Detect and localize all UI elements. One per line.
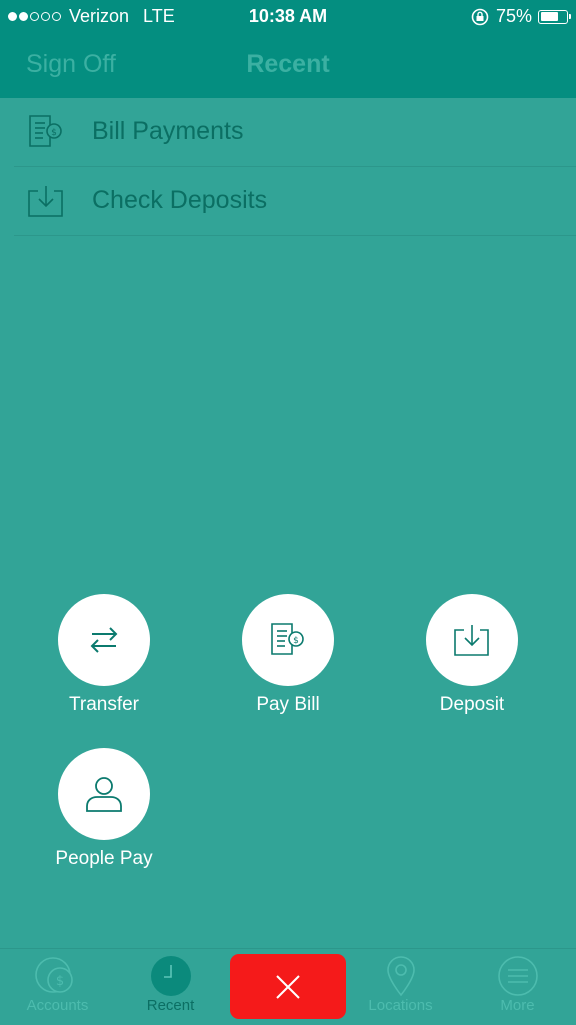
svg-text:$: $ [293,636,299,646]
rotation-lock-icon [471,8,489,25]
accounts-coin-icon: $ [34,957,73,993]
tab-label: Locations [368,997,433,1014]
transfer-button[interactable] [58,594,150,686]
battery-percent: 75% [495,6,532,26]
svg-text:$: $ [55,974,63,989]
menu-lines-icon [497,956,538,996]
battery-icon [538,9,571,24]
deposit-action[interactable]: Deposit [382,594,562,716]
status-right: 75% [470,6,571,27]
bill-icon: $ [29,115,62,147]
svg-text:$: $ [51,128,57,138]
clock-icon [150,956,191,996]
close-button[interactable] [230,954,346,1019]
pay-bill-action[interactable]: $ Pay Bill [198,594,378,716]
transfer-arrows-icon [90,627,118,653]
action-label: People Pay [55,848,153,869]
recent-menu-list: $ Bill Payments Check Deposits [0,98,576,236]
transfer-action[interactable]: Transfer [14,594,194,716]
deposit-tray-icon [28,186,63,217]
action-label: Transfer [68,694,140,715]
nav-bar: Sign Off Recent [0,34,576,98]
action-label: Deposit [439,694,505,715]
bill-icon: $ [271,623,304,655]
deposit-tray-icon [454,625,489,656]
people-pay-button[interactable] [58,748,150,840]
page-title: Recent [246,50,330,78]
person-icon [86,777,122,812]
location-pin-icon [386,956,415,997]
pay-bill-button[interactable]: $ [242,594,334,686]
menu-item-label: Bill Payments [92,117,244,145]
people-pay-action[interactable]: People Pay [14,748,194,870]
close-icon [276,974,300,999]
status-bar: Verizon LTE 10:38 AM 75% [0,0,576,34]
deposit-button[interactable] [426,594,518,686]
list-item-bill-payments[interactable]: $ Bill Payments [14,98,576,167]
list-item-check-deposits[interactable]: Check Deposits [14,167,576,236]
menu-item-label: Check Deposits [92,186,268,214]
action-label: Pay Bill [256,694,320,715]
tab-locations[interactable]: Locations [343,949,458,1025]
tab-label: Recent [146,997,195,1014]
tab-accounts[interactable]: $ Accounts [0,949,115,1025]
tab-label: More [500,997,535,1014]
tab-recent[interactable]: Recent [113,949,228,1025]
tab-more[interactable]: More [460,949,575,1025]
tab-label: Accounts [26,997,89,1014]
